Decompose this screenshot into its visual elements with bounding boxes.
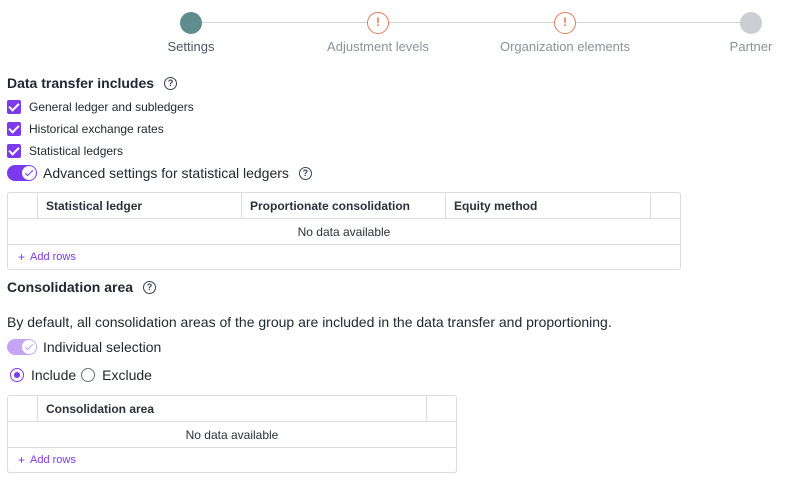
toggle-check-icon [22, 166, 36, 180]
step-adjustment-levels[interactable]: ! Adjustment levels [298, 12, 458, 54]
help-icon[interactable]: ? [298, 166, 312, 180]
actions-column-header [427, 396, 456, 421]
select-column-header[interactable] [8, 193, 38, 218]
individual-selection-toggle[interactable] [7, 339, 37, 355]
empty-state-text: No data available [8, 422, 456, 448]
help-icon[interactable]: ? [164, 76, 178, 90]
exclamation-icon: ! [554, 12, 576, 34]
advanced-settings-toggle-row[interactable]: Advanced settings for statistical ledger… [7, 165, 312, 181]
step-partner[interactable]: Partner [671, 12, 806, 54]
statistical-ledger-table: Statistical ledger Proportionate consoli… [7, 192, 681, 270]
empty-state-text: No data available [8, 219, 680, 245]
plus-icon: + [18, 250, 26, 264]
data-transfer-title-text: Data transfer includes [7, 75, 155, 91]
table-header: Consolidation area [8, 396, 456, 422]
individual-selection-toggle-row[interactable]: Individual selection [7, 339, 161, 355]
step-active-dot-icon [180, 12, 202, 34]
toggle-label: Individual selection [43, 339, 162, 355]
toggle-check-icon [22, 340, 36, 354]
actions-column-header [651, 193, 680, 218]
checkbox-statistical-ledgers[interactable]: Statistical ledgers [7, 144, 123, 158]
checkbox-label: Statistical ledgers [29, 144, 124, 158]
include-exclude-radio-group: Include Exclude [10, 367, 157, 383]
column-header[interactable]: Proportionate consolidation [242, 193, 446, 218]
consolidation-area-title-text: Consolidation area [7, 279, 134, 295]
checkbox-historical-rates[interactable]: Historical exchange rates [7, 122, 164, 136]
table-header: Statistical ledger Proportionate consoli… [8, 193, 680, 219]
column-header[interactable]: Equity method [446, 193, 651, 218]
consolidation-area-title: Consolidation area ? [7, 279, 157, 295]
checkbox-label: Historical exchange rates [29, 122, 164, 136]
step-label: Partner [729, 39, 773, 54]
checkbox-checked-icon[interactable] [7, 144, 21, 158]
help-icon[interactable]: ? [143, 280, 157, 294]
data-transfer-title: Data transfer includes ? [7, 75, 178, 91]
add-rows-button[interactable]: + Add rows [8, 448, 456, 472]
step-label: Adjustment levels [327, 39, 429, 54]
radio-include[interactable] [10, 368, 24, 382]
add-rows-label: Add rows [30, 251, 76, 263]
step-pending-dot-icon [740, 12, 762, 34]
consolidation-area-table: Consolidation area No data available + A… [7, 395, 457, 473]
select-column-header[interactable] [8, 396, 38, 421]
step-label: Organization elements [499, 39, 631, 54]
radio-include-label[interactable]: Include [31, 367, 76, 383]
toggle-label: Advanced settings for statistical ledger… [43, 165, 289, 181]
radio-exclude[interactable] [81, 368, 96, 382]
progress-stepper: Settings ! Adjustment levels ! Organizat… [0, 0, 806, 60]
add-rows-label: Add rows [30, 454, 76, 466]
column-header[interactable]: Consolidation area [38, 396, 427, 421]
checkbox-general-ledger[interactable]: General ledger and subledgers [7, 100, 194, 114]
column-header[interactable]: Statistical ledger [38, 193, 242, 218]
exclamation-icon: ! [367, 12, 389, 34]
plus-icon: + [18, 453, 26, 467]
advanced-settings-toggle[interactable] [7, 165, 37, 181]
consolidation-description: By default, all consolidation areas of t… [7, 314, 612, 330]
checkbox-label: General ledger and subledgers [29, 100, 194, 114]
step-organization-elements[interactable]: ! Organization elements [485, 12, 645, 54]
checkbox-checked-icon[interactable] [7, 100, 21, 114]
add-rows-button[interactable]: + Add rows [8, 245, 680, 269]
radio-exclude-label[interactable]: Exclude [102, 367, 152, 383]
checkbox-checked-icon[interactable] [7, 122, 21, 136]
step-label: Settings [167, 39, 215, 54]
step-settings[interactable]: Settings [111, 12, 271, 54]
